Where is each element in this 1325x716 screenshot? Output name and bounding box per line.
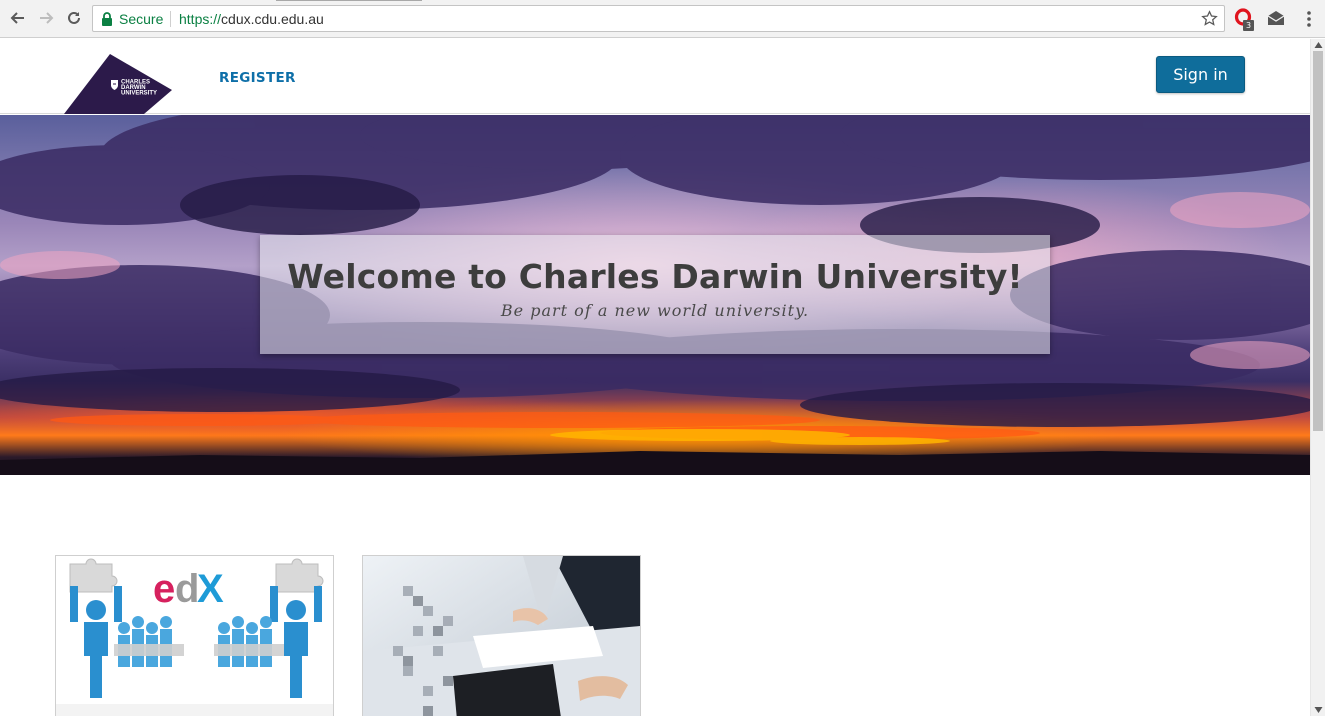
omnibox-divider (170, 11, 171, 27)
mail-extension-button[interactable] (1265, 8, 1287, 30)
browser-menu-button[interactable] (1298, 8, 1320, 30)
page-content: CHARLES DARWIN UNIVERSITY REGISTER Sign … (0, 39, 1310, 716)
scroll-down-arrow-icon[interactable] (1314, 706, 1323, 714)
scroll-up-arrow-icon[interactable] (1314, 41, 1323, 49)
svg-text:e: e (153, 567, 175, 611)
welcome-title: Welcome to Charles Darwin University! (287, 257, 1023, 296)
register-link[interactable]: REGISTER (219, 70, 296, 86)
back-button[interactable] (7, 7, 29, 29)
reload-button[interactable] (63, 7, 85, 29)
opera-extension-button[interactable]: 3 (1234, 8, 1256, 31)
address-bar[interactable]: Secure https://cdux.cdu.edu.au (92, 5, 1225, 32)
back-arrow-icon (10, 12, 24, 24)
url-protocol: https:// (179, 11, 222, 27)
reload-icon (68, 11, 80, 24)
welcome-subtitle: Be part of a new world university. (500, 301, 810, 320)
svg-text:d: d (175, 567, 199, 611)
url-text[interactable]: https://cdux.cdu.edu.au (179, 11, 324, 27)
svg-text:X: X (197, 567, 224, 611)
business-meeting-image (363, 556, 640, 716)
course-card[interactable]: e d X (55, 555, 334, 716)
lock-icon (102, 12, 112, 26)
mail-extension-icon (1267, 11, 1285, 25)
page-scrollbar[interactable] (1310, 39, 1325, 716)
course-card[interactable] (362, 555, 641, 716)
edx-teamwork-puzzle-image: e d X (56, 556, 333, 716)
university-logo[interactable]: CHARLES DARWIN UNIVERSITY (64, 54, 172, 114)
scroll-thumb[interactable] (1313, 51, 1323, 431)
logo-line-3: UNIVERSITY (121, 91, 157, 97)
url-host: cdux.cdu.edu.au (221, 11, 324, 27)
sign-in-button[interactable]: Sign in (1156, 56, 1245, 93)
secure-label: Secure (119, 11, 164, 27)
browser-toolbar: Secure https://cdux.cdu.edu.au 3 (0, 0, 1325, 38)
forward-button[interactable] (35, 7, 57, 29)
forward-arrow-icon (40, 12, 54, 24)
hero-banner: Welcome to Charles Darwin University! Be… (0, 115, 1310, 475)
edx-logo: e d X (153, 567, 224, 611)
site-header: CHARLES DARWIN UNIVERSITY REGISTER Sign … (0, 39, 1310, 114)
welcome-panel: Welcome to Charles Darwin University! Be… (260, 235, 1050, 354)
tab-indicator (276, 0, 422, 1)
extension-badge: 3 (1243, 20, 1254, 31)
kebab-menu-icon (1307, 11, 1311, 27)
star-icon[interactable] (1201, 10, 1218, 27)
